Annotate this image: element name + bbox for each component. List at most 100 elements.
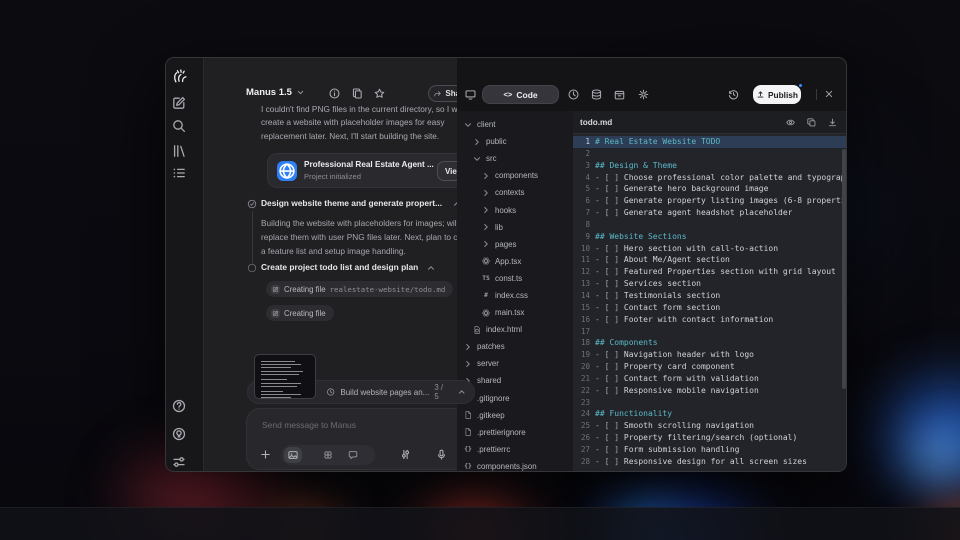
tree-item-pages[interactable]: pages <box>457 236 573 253</box>
code-line: 18## Components <box>573 337 847 349</box>
desktop: Manus 1.5 Share I couldn't find PNG file… <box>0 0 960 540</box>
tree-item-label: index.css <box>495 291 528 300</box>
lightbulb-icon[interactable] <box>171 426 187 442</box>
tree-item-index.html[interactable]: index.html <box>457 321 573 338</box>
new-task-icon[interactable] <box>171 95 187 111</box>
tree-item-.prettierrc[interactable]: {}.prettierrc <box>457 441 573 458</box>
code-line: 20- [ ] Property card component <box>573 361 847 373</box>
star-icon[interactable] <box>373 87 386 100</box>
tree-item-src[interactable]: src <box>457 150 573 167</box>
creating-file-chip[interactable]: Creating file realestate-website/todo.md <box>266 281 453 297</box>
plus-icon[interactable] <box>259 448 272 461</box>
code-line: 13- [ ] Services section <box>573 278 847 290</box>
creating-file-chip[interactable]: Creating file <box>266 305 334 321</box>
code-line: 14- [ ] Testimonials section <box>573 290 847 302</box>
assistant-message: I couldn't find PNG files in the current… <box>261 103 483 143</box>
tree-item-label: contexts <box>495 188 524 197</box>
tab-todo-md[interactable]: todo.md <box>580 118 785 127</box>
tasks-list-icon[interactable] <box>171 165 187 181</box>
code-line: 19- [ ] Navigation header with logo <box>573 349 847 361</box>
tree-item-shared[interactable]: shared <box>457 372 573 389</box>
tree-item-label: hooks <box>495 206 516 215</box>
storage-box-icon[interactable] <box>613 88 626 101</box>
tree-item-index.css[interactable]: #index.css <box>457 287 573 304</box>
editor-scrollbar[interactable] <box>842 149 846 389</box>
tree-item-main.tsx[interactable]: main.tsx <box>457 304 573 321</box>
download-icon[interactable] <box>827 117 838 128</box>
image-mode-icon[interactable] <box>287 449 299 461</box>
code-line: 1# Real Estate Website TODO <box>573 136 847 148</box>
library-icon[interactable] <box>171 143 187 159</box>
code-line: 8 <box>573 219 847 231</box>
project-card[interactable]: Professional Real Estate Agent ... Proje… <box>267 153 480 188</box>
tree-item-client[interactable]: client <box>457 116 573 133</box>
code-line: 3## Design & Theme <box>573 160 847 172</box>
project-card-subtitle: Project initialized <box>304 172 361 181</box>
task-done-title[interactable]: Design website theme and generate proper… <box>261 198 442 208</box>
chevron-down-icon <box>463 120 473 130</box>
task-current-title[interactable]: Create project todo list and design plan <box>261 262 418 272</box>
search-icon[interactable] <box>171 118 187 134</box>
code-editor: todo.md 1# Real Estate Website TODO23## … <box>573 111 847 472</box>
panel-close-icon[interactable] <box>823 88 835 100</box>
tree-item-label: components <box>495 171 538 180</box>
tree-item-App.tsx[interactable]: App.tsx <box>457 253 573 270</box>
tree-item-.gitkeep[interactable]: .gitkeep <box>457 407 573 424</box>
code-line: 4- [ ] Choose professional color palette… <box>573 172 847 184</box>
database-icon[interactable] <box>590 88 603 101</box>
tree-item-const.ts[interactable]: TSconst.ts <box>457 270 573 287</box>
share-icon <box>433 89 442 98</box>
chevron-down-icon <box>472 154 482 164</box>
upload-icon <box>756 90 765 99</box>
code-line: 17 <box>573 326 847 338</box>
tree-item-label: main.tsx <box>495 308 524 317</box>
globe-icon <box>277 161 297 181</box>
tree-item-label: client <box>477 120 495 129</box>
html-file-icon <box>472 325 482 335</box>
preview-monitor-icon[interactable] <box>464 88 477 101</box>
microphone-icon[interactable] <box>435 448 448 461</box>
tree-item-components[interactable]: components <box>457 167 573 184</box>
gear-icon[interactable] <box>637 88 650 101</box>
tree-item-label: server <box>477 359 499 368</box>
chevron-up-icon[interactable] <box>426 263 436 273</box>
tree-item-public[interactable]: public <box>457 133 573 150</box>
tree-item-server[interactable]: server <box>457 355 573 372</box>
info-icon[interactable] <box>328 87 341 100</box>
file-file-icon <box>463 410 473 420</box>
session-title[interactable]: Manus 1.5 <box>246 87 305 98</box>
account-settings-icon[interactable] <box>171 454 187 470</box>
tree-item-.prettierignore[interactable]: .prettierignore <box>457 424 573 441</box>
tree-item-hooks[interactable]: hooks <box>457 201 573 218</box>
tree-item-components.json[interactable]: {}components.json <box>457 458 573 472</box>
code-line: 2 <box>573 148 847 160</box>
schedule-clock-icon[interactable] <box>567 88 580 101</box>
copy-icon[interactable] <box>806 117 817 128</box>
files-icon[interactable] <box>351 87 364 100</box>
code-view-tab[interactable]: <> Code <box>482 85 559 104</box>
chevron-right-icon <box>481 205 491 215</box>
code-line: 27- [ ] Form submission handling <box>573 444 847 456</box>
tree-item-contexts[interactable]: contexts <box>457 184 573 201</box>
publish-button[interactable]: Publish <box>753 85 801 104</box>
chevron-up-icon[interactable] <box>457 387 466 397</box>
chip-label: Creating file <box>284 285 326 294</box>
code-view-label: Code <box>516 90 537 100</box>
file-preview-thumbnail[interactable] <box>254 354 316 399</box>
code-line: 5- [ ] Generate hero background image <box>573 183 847 195</box>
history-icon[interactable] <box>727 88 740 101</box>
help-icon[interactable] <box>171 398 187 414</box>
chat-mode-icon[interactable] <box>347 449 359 461</box>
grid-mode-icon[interactable] <box>322 449 334 461</box>
message-composer[interactable]: Send message to Manus <box>246 408 482 470</box>
publish-label: Publish <box>768 90 798 100</box>
file-edit-icon <box>271 309 280 318</box>
tree-item-lib[interactable]: lib <box>457 219 573 236</box>
tree-item-patches[interactable]: patches <box>457 338 573 355</box>
braces-file-icon: {} <box>463 444 473 454</box>
tuning-sliders-icon[interactable] <box>399 448 412 461</box>
project-card-title: Professional Real Estate Agent ... <box>304 160 434 169</box>
react-file-icon <box>481 308 491 318</box>
manus-window: Manus 1.5 Share I couldn't find PNG file… <box>165 57 847 472</box>
eye-icon[interactable] <box>785 117 796 128</box>
